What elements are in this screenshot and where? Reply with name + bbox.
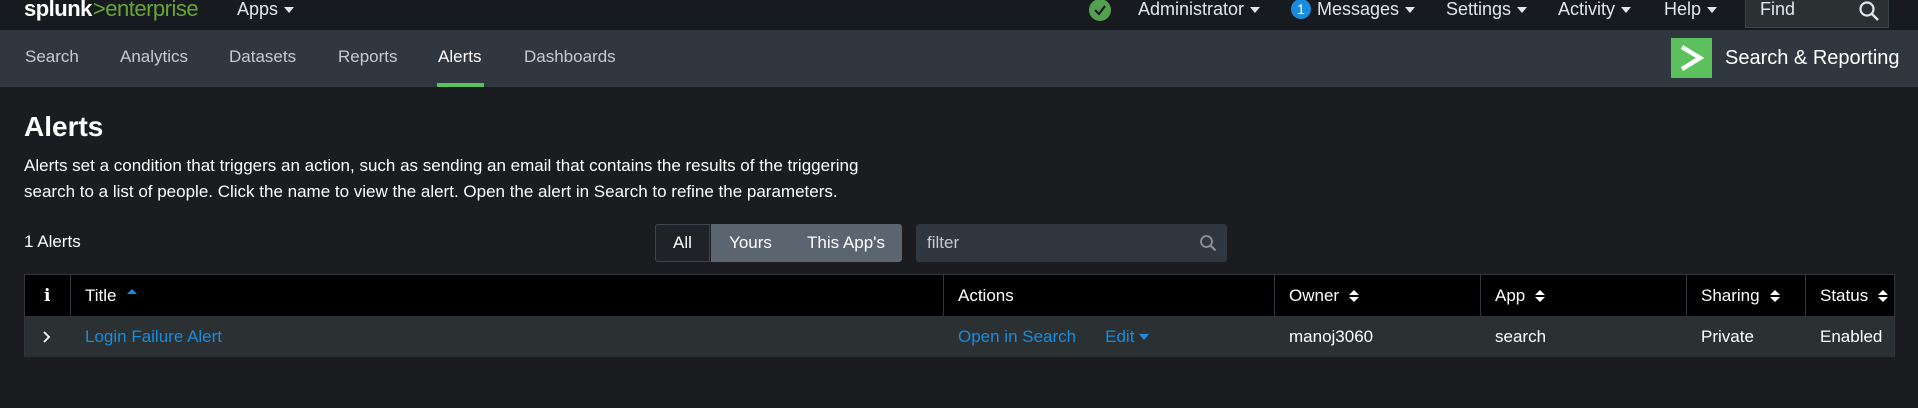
status-cell: Enabled (1805, 316, 1896, 357)
column-header-status[interactable]: Status (1805, 275, 1896, 316)
table-header: i Title Actions Owner App Sharing Status (25, 275, 1894, 316)
owner-cell: manoj3060 (1274, 316, 1480, 357)
chevron-down-icon (1707, 7, 1718, 13)
administrator-menu[interactable]: Administrator (1138, 0, 1261, 21)
sort-ascending-icon (126, 289, 137, 294)
sort-icon (1769, 289, 1780, 302)
actions-header-label: Actions (958, 285, 1014, 305)
activity-menu[interactable]: Activity (1558, 0, 1632, 21)
top-bar: splunk > enterprise Apps Administrator 1 M… (0, 0, 1918, 31)
chevron-right-icon (43, 330, 51, 343)
sort-icon (1878, 289, 1889, 302)
sort-icon (1535, 289, 1546, 302)
settings-menu[interactable]: Settings (1446, 0, 1528, 21)
column-header-title[interactable]: Title (70, 275, 943, 316)
help-menu-label: Help (1664, 0, 1702, 19)
logo-gt-text: > (92, 0, 106, 21)
page-title: Alerts (24, 111, 104, 142)
actions-cell: Open in Search Edit (943, 316, 1274, 357)
find-label: Find (1760, 0, 1796, 19)
app-cell: search (1480, 316, 1686, 357)
chevron-down-icon (1621, 7, 1632, 13)
column-header-actions: Actions (943, 275, 1274, 316)
sharing-header-label: Sharing (1701, 285, 1760, 305)
status-header-label: Status (1820, 285, 1869, 305)
health-status-icon[interactable] (1089, 0, 1111, 21)
logo-secondary-text: enterprise (105, 0, 199, 21)
apps-menu-label: Apps (237, 0, 279, 19)
sharing-cell: Private (1686, 316, 1805, 357)
filter-box (916, 224, 1227, 262)
find-search-box[interactable]: Find (1745, 0, 1889, 28)
administrator-menu-label: Administrator (1138, 0, 1245, 19)
filter-this-app-button[interactable]: This App's (790, 224, 902, 262)
alert-title-cell: Login Failure Alert (70, 316, 943, 357)
column-header-owner[interactable]: Owner (1274, 275, 1480, 316)
tab-datasets[interactable]: Datasets (229, 47, 296, 87)
tab-dashboards[interactable]: Dashboards (524, 47, 616, 87)
tab-alerts[interactable]: Alerts (438, 47, 481, 87)
chevron-down-icon (1139, 333, 1150, 340)
activity-menu-label: Activity (1558, 0, 1616, 19)
chevron-down-icon (284, 7, 295, 13)
sort-icon (1349, 289, 1360, 302)
tab-reports[interactable]: Reports (338, 47, 398, 87)
column-header-app[interactable]: App (1480, 275, 1686, 316)
column-header-sharing[interactable]: Sharing (1686, 275, 1805, 316)
app-header-label: App (1495, 285, 1526, 305)
open-in-search-link[interactable]: Open in Search (958, 327, 1076, 347)
help-menu[interactable]: Help (1664, 0, 1718, 21)
page-description: Alerts set a condition that triggers an … (24, 156, 859, 201)
messages-menu[interactable]: 1 Messages (1291, 0, 1416, 21)
messages-count-badge: 1 (1291, 0, 1311, 19)
search-icon (1200, 235, 1217, 252)
table-row: Login Failure Alert Open in Search Edit … (25, 316, 1894, 357)
alerts-table: i Title Actions Owner App Sharing Status (24, 274, 1895, 357)
apps-menu[interactable]: Apps (237, 0, 295, 21)
splunk-logo[interactable]: splunk > enterprise (24, 0, 199, 22)
search-icon[interactable] (1858, 0, 1880, 22)
filter-yours-button[interactable]: Yours (711, 224, 790, 262)
app-name[interactable]: Search & Reporting (1725, 47, 1900, 70)
alerts-count: 1 Alerts (24, 232, 81, 251)
app-logo-icon[interactable] (1671, 38, 1712, 78)
title-header-label: Title (85, 285, 117, 305)
chevron-down-icon (1517, 7, 1528, 13)
active-tab-indicator (437, 83, 484, 87)
chevron-down-icon (1405, 7, 1416, 13)
expand-row-toggle[interactable] (25, 316, 70, 357)
messages-menu-label: Messages (1317, 0, 1400, 19)
alert-title-link[interactable]: Login Failure Alert (85, 327, 222, 347)
chevron-down-icon (1250, 7, 1261, 13)
settings-menu-label: Settings (1446, 0, 1512, 19)
edit-menu[interactable]: Edit (1105, 326, 1150, 347)
filter-all-button[interactable]: All (655, 224, 710, 262)
tab-search[interactable]: Search (25, 47, 79, 87)
logo-primary-text: splunk (24, 0, 92, 21)
edit-label: Edit (1105, 326, 1135, 346)
tab-analytics[interactable]: Analytics (120, 47, 188, 87)
owner-header-label: Owner (1289, 285, 1340, 305)
column-header-info: i (44, 285, 51, 306)
filter-input[interactable] (916, 224, 1227, 262)
